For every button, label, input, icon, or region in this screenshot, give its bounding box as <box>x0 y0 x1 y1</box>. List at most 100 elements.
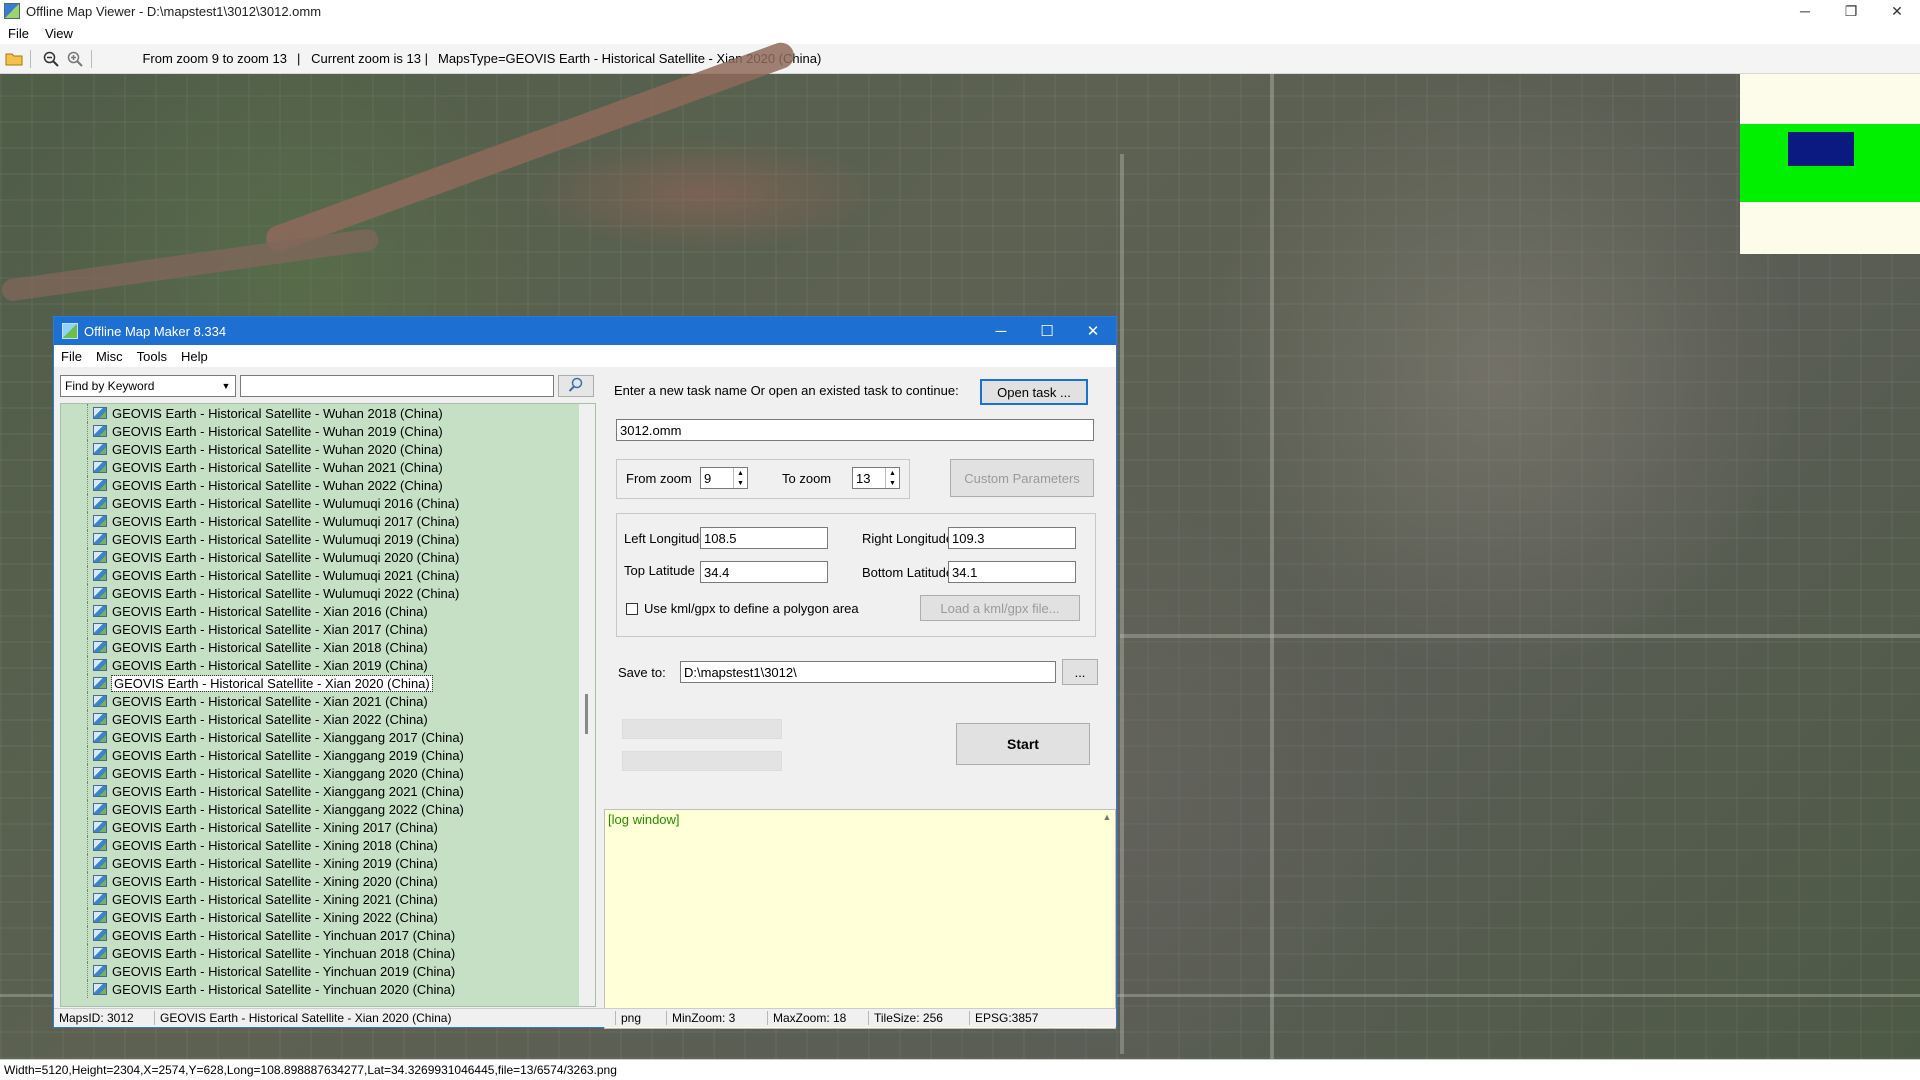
log-window[interactable]: [log window] ▲ ▼ <box>604 809 1116 1029</box>
tree-item[interactable]: GEOVIS Earth - Historical Satellite - Xi… <box>61 764 595 782</box>
tree-item[interactable]: GEOVIS Earth - Historical Satellite - Xi… <box>61 836 595 854</box>
dialog-menu-tools[interactable]: Tools <box>130 349 174 364</box>
tree-item[interactable]: GEOVIS Earth - Historical Satellite - Xi… <box>61 710 595 728</box>
viewer-title-bar: Offline Map Viewer - D:\mapstest1\3012\3… <box>0 0 1920 22</box>
tree-item[interactable]: GEOVIS Earth - Historical Satellite - Xi… <box>61 602 595 620</box>
open-folder-icon[interactable] <box>4 49 24 69</box>
to-zoom-value: 13 <box>856 470 871 486</box>
maps-tree[interactable]: GEOVIS Earth - Historical Satellite - Wu… <box>60 403 596 1007</box>
toolbar-divider <box>30 49 31 68</box>
status-epsg: EPSG:3857 <box>975 1011 1039 1025</box>
map-layer-icon <box>93 461 107 473</box>
tree-item[interactable]: GEOVIS Earth - Historical Satellite - Xi… <box>61 746 595 764</box>
chevron-down-icon[interactable]: ▼ <box>885 478 899 488</box>
keyword-input[interactable] <box>240 375 554 397</box>
close-icon[interactable]: ✕ <box>1874 0 1920 22</box>
tree-item-label: GEOVIS Earth - Historical Satellite - Xi… <box>112 837 438 853</box>
tree-item[interactable]: GEOVIS Earth - Historical Satellite - Wu… <box>61 422 595 440</box>
tree-item-label: GEOVIS Earth - Historical Satellite - Yi… <box>112 963 456 979</box>
tree-item[interactable]: GEOVIS Earth - Historical Satellite - Xi… <box>61 908 595 926</box>
use-kml-label: Use kml/gpx to define a polygon area <box>644 601 859 616</box>
tree-item[interactable]: GEOVIS Earth - Historical Satellite - Wu… <box>61 458 595 476</box>
tree-item[interactable]: GEOVIS Earth - Historical Satellite - Wu… <box>61 440 595 458</box>
dialog-menu-file[interactable]: File <box>54 349 89 364</box>
tree-item[interactable]: GEOVIS Earth - Historical Satellite - Wu… <box>61 566 595 584</box>
tree-item[interactable]: GEOVIS Earth - Historical Satellite - Yi… <box>61 926 595 944</box>
use-kml-checkbox[interactable] <box>626 603 638 615</box>
tree-item[interactable]: GEOVIS Earth - Historical Satellite - Xi… <box>61 782 595 800</box>
map-layer-icon <box>93 767 107 779</box>
stepper-buttons[interactable]: ▲ ▼ <box>885 468 899 488</box>
map-layer-icon <box>93 947 107 959</box>
load-kml-button[interactable]: Load a kml/gpx file... <box>920 595 1080 621</box>
tree-item[interactable]: GEOVIS Earth - Historical Satellite - Xi… <box>61 620 595 638</box>
right-longitude-input[interactable]: 109.3 <box>948 527 1076 549</box>
tree-item-label: GEOVIS Earth - Historical Satellite - Wu… <box>112 549 460 565</box>
minimize-icon[interactable]: ─ <box>978 317 1024 345</box>
map-layer-icon <box>93 929 107 941</box>
tree-item[interactable]: GEOVIS Earth - Historical Satellite - Yi… <box>61 944 595 962</box>
tree-item[interactable]: GEOVIS Earth - Historical Satellite - Xi… <box>61 890 595 908</box>
top-latitude-label: Top Latitude <box>624 563 695 578</box>
tree-item[interactable]: GEOVIS Earth - Historical Satellite - Yi… <box>61 962 595 980</box>
log-scrollbar[interactable]: ▲ ▼ <box>1099 810 1115 1028</box>
tree-item[interactable]: GEOVIS Earth - Historical Satellite - Wu… <box>61 584 595 602</box>
tree-item[interactable]: GEOVIS Earth - Historical Satellite - Xi… <box>61 692 595 710</box>
chevron-up-icon[interactable]: ▲ <box>885 468 899 478</box>
top-latitude-input[interactable]: 34.4 <box>700 561 828 583</box>
tree-item[interactable]: GEOVIS Earth - Historical Satellite - Xi… <box>61 800 595 818</box>
map-layer-icon <box>93 785 107 797</box>
start-button[interactable]: Start <box>956 723 1090 765</box>
chevron-down-icon[interactable]: ▼ <box>733 478 747 488</box>
custom-parameters-button[interactable]: Custom Parameters <box>950 459 1094 497</box>
close-icon[interactable]: ✕ <box>1070 317 1116 345</box>
tree-item-label: GEOVIS Earth - Historical Satellite - Xi… <box>111 674 433 692</box>
minimize-icon[interactable]: ─ <box>1782 0 1828 22</box>
map-layer-icon <box>93 839 107 851</box>
tree-item[interactable]: GEOVIS Earth - Historical Satellite - Xi… <box>61 656 595 674</box>
to-zoom-stepper[interactable]: 13 ▲ ▼ <box>852 467 900 489</box>
tree-item[interactable]: GEOVIS Earth - Historical Satellite - Wu… <box>61 404 595 422</box>
browse-button[interactable]: ... <box>1062 659 1098 685</box>
tree-item[interactable]: GEOVIS Earth - Historical Satellite - Wu… <box>61 512 595 530</box>
tree-item[interactable]: GEOVIS Earth - Historical Satellite - Xi… <box>61 674 595 692</box>
tree-item[interactable]: GEOVIS Earth - Historical Satellite - Xi… <box>61 854 595 872</box>
menu-view[interactable]: View <box>37 26 81 41</box>
map-road <box>1120 154 1124 1054</box>
zoom-in-icon[interactable] <box>65 49 85 69</box>
restore-icon[interactable]: ❐ <box>1828 0 1874 22</box>
maximize-icon[interactable]: ☐ <box>1024 317 1070 345</box>
tree-item[interactable]: GEOVIS Earth - Historical Satellite - Wu… <box>61 530 595 548</box>
tree-item[interactable]: GEOVIS Earth - Historical Satellite - Xi… <box>61 872 595 890</box>
overview-minimap[interactable] <box>1740 74 1920 254</box>
right-longitude-label: Right Longitude <box>862 531 954 546</box>
stepper-buttons[interactable]: ▲ ▼ <box>733 468 747 488</box>
minimap-viewport[interactable] <box>1788 132 1854 166</box>
dialog-menu-misc[interactable]: Misc <box>89 349 130 364</box>
chevron-down-icon[interactable]: ▼ <box>219 378 233 394</box>
tree-item[interactable]: GEOVIS Earth - Historical Satellite - Wu… <box>61 494 595 512</box>
bottom-latitude-input[interactable]: 34.1 <box>948 561 1076 583</box>
map-layer-icon <box>93 875 107 887</box>
menu-file[interactable]: File <box>0 26 37 41</box>
zoom-out-icon[interactable] <box>41 49 61 69</box>
task-name-input[interactable]: 3012.omm <box>616 419 1094 441</box>
save-path-input[interactable]: D:\mapstest1\3012\ <box>680 661 1056 683</box>
tree-item[interactable]: GEOVIS Earth - Historical Satellite - Yi… <box>61 980 595 998</box>
chevron-up-icon[interactable]: ▲ <box>1099 812 1115 822</box>
tree-item-label: GEOVIS Earth - Historical Satellite - Xi… <box>112 765 464 781</box>
tree-item[interactable]: GEOVIS Earth - Historical Satellite - Xi… <box>61 818 595 836</box>
tree-item[interactable]: GEOVIS Earth - Historical Satellite - Xi… <box>61 638 595 656</box>
left-longitude-input[interactable]: 108.5 <box>700 527 828 549</box>
search-mode-select[interactable]: Find by Keyword ▼ <box>60 375 236 397</box>
tree-item[interactable]: GEOVIS Earth - Historical Satellite - Wu… <box>61 476 595 494</box>
chevron-up-icon[interactable]: ▲ <box>733 468 747 478</box>
from-zoom-stepper[interactable]: 9 ▲ ▼ <box>700 467 748 489</box>
map-layer-icon <box>93 515 107 527</box>
tree-item[interactable]: GEOVIS Earth - Historical Satellite - Xi… <box>61 728 595 746</box>
open-task-button[interactable]: Open task ... <box>980 379 1088 405</box>
tree-item[interactable]: GEOVIS Earth - Historical Satellite - Wu… <box>61 548 595 566</box>
log-title: [log window] <box>608 812 680 827</box>
dialog-menu-help[interactable]: Help <box>174 349 215 364</box>
search-button[interactable] <box>558 375 594 397</box>
